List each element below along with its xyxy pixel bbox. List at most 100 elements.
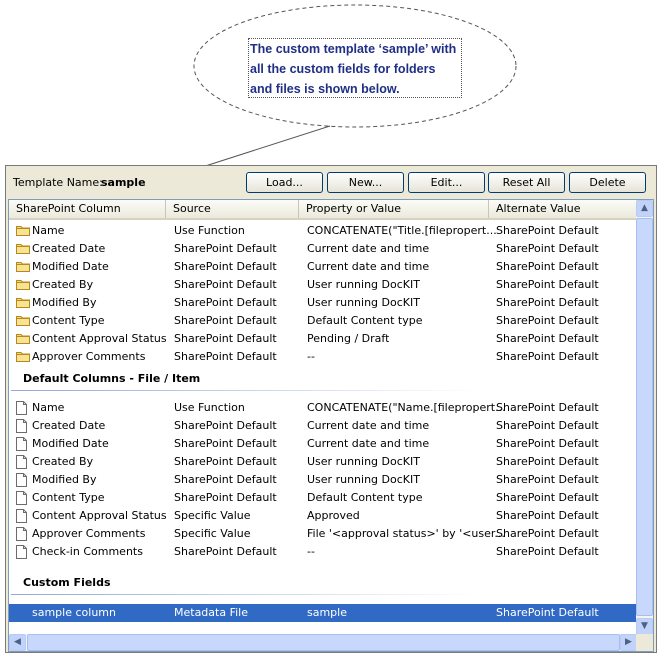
group-divider xyxy=(11,594,481,595)
row-property-value: Current date and time xyxy=(307,242,430,255)
table-row[interactable]: Created By SharePoint Default User running… xyxy=(9,453,637,471)
template-name-label: Template Name: xyxy=(13,176,103,189)
row-alternate-value: SharePoint Default xyxy=(496,260,599,273)
row-property-value: User running DocKIT xyxy=(307,473,420,486)
row-source: SharePoint Default xyxy=(174,473,277,486)
row-sharepoint-column: Content Type xyxy=(32,491,105,504)
row-sharepoint-column: Created By xyxy=(32,278,94,291)
columns-listview[interactable]: SharePoint Column Source Property or Val… xyxy=(8,199,654,652)
row-property-value: User running DocKIT xyxy=(307,278,420,291)
row-property-value: -- xyxy=(307,545,315,558)
column-header-alternate-value[interactable]: Alternate Value xyxy=(489,200,637,218)
table-row[interactable]: Modified Date SharePoint Default Current d… xyxy=(9,258,637,276)
list-header: SharePoint Column Source Property or Val… xyxy=(9,200,637,220)
row-source: Specific Value xyxy=(174,509,251,522)
row-sharepoint-column: Modified Date xyxy=(32,260,109,273)
row-source: SharePoint Default xyxy=(174,242,277,255)
row-sharepoint-column: Approver Comments xyxy=(32,527,146,540)
edit-button[interactable]: Edit... xyxy=(408,172,485,193)
column-header-source[interactable]: Source xyxy=(166,200,299,218)
row-property-value: Pending / Draft xyxy=(307,332,390,345)
template-window: Template Name: sample Load... New... Edi… xyxy=(5,165,657,653)
row-alternate-value: SharePoint Default xyxy=(496,527,599,540)
row-source: SharePoint Default xyxy=(174,260,277,273)
row-property-value: Current date and time xyxy=(307,437,430,450)
group-title-custom-fields: Custom Fields xyxy=(23,576,111,589)
row-alternate-value: SharePoint Default xyxy=(496,242,599,255)
row-sharepoint-column: Approver Comments xyxy=(32,350,146,363)
row-sharepoint-column: Name xyxy=(32,224,65,237)
row-sharepoint-column: Check-in Comments xyxy=(32,545,143,558)
new-button[interactable]: New... xyxy=(327,172,404,193)
row-property-value: -- xyxy=(307,350,315,363)
row-alternate-value: SharePoint Default xyxy=(496,473,599,486)
row-source: SharePoint Default xyxy=(174,491,277,504)
table-row[interactable]: Approver Comments Specific Value File '<ap… xyxy=(9,525,637,543)
scroll-right-icon[interactable]: ▶ xyxy=(620,634,637,651)
row-sharepoint-column: Modified By xyxy=(32,473,97,486)
row-source: SharePoint Default xyxy=(174,545,277,558)
row-alternate-value: SharePoint Default xyxy=(496,350,599,363)
row-alternate-value: SharePoint Default xyxy=(496,437,599,450)
row-sharepoint-column: Created Date xyxy=(32,242,106,255)
row-alternate-value: SharePoint Default xyxy=(496,606,599,619)
row-source: SharePoint Default xyxy=(174,455,277,468)
table-row[interactable]: Content Approval Status Specific Value App… xyxy=(9,507,637,525)
table-row[interactable]: Approver Comments SharePoint Default -- Sha… xyxy=(9,348,637,366)
template-toolbar: Template Name: sample Load... New... Edi… xyxy=(6,166,656,198)
scroll-left-icon[interactable]: ◀ xyxy=(9,634,26,651)
row-sharepoint-column: Content Type xyxy=(32,314,105,327)
table-row[interactable]: sample column Metadata File sample SharePoi… xyxy=(9,604,637,622)
row-alternate-value: SharePoint Default xyxy=(496,455,599,468)
template-name-value: sample xyxy=(101,176,146,189)
row-source: SharePoint Default xyxy=(174,296,277,309)
row-property-value: Default Content type xyxy=(307,314,423,327)
table-row[interactable]: Modified By SharePoint Default User runnin… xyxy=(9,471,637,489)
scroll-up-icon[interactable]: ▲ xyxy=(636,200,653,217)
horizontal-scrollbar[interactable]: ◀ ▶ xyxy=(9,634,637,651)
row-source: SharePoint Default xyxy=(174,332,277,345)
scroll-down-icon[interactable]: ▼ xyxy=(636,618,653,635)
table-row[interactable]: Modified By SharePoint Default User runnin… xyxy=(9,294,637,312)
table-row[interactable]: Content Approval Status SharePoint Defaul… xyxy=(9,330,637,348)
row-source: SharePoint Default xyxy=(174,314,277,327)
row-alternate-value: SharePoint Default xyxy=(496,545,599,558)
table-row[interactable]: Created Date SharePoint Default Current da… xyxy=(9,417,637,435)
row-alternate-value: SharePoint Default xyxy=(496,491,599,504)
row-source: SharePoint Default xyxy=(174,437,277,450)
load-button[interactable]: Load... xyxy=(246,172,323,193)
group-title-default-columns: Default Columns - File / Item xyxy=(23,372,201,385)
row-alternate-value: SharePoint Default xyxy=(496,401,599,414)
table-row[interactable]: Name Use Function CONCATENATE("Name.[filep… xyxy=(9,399,637,417)
horizontal-scroll-thumb[interactable] xyxy=(27,634,620,651)
delete-button[interactable]: Delete xyxy=(569,172,646,193)
row-source: Use Function xyxy=(174,224,245,237)
table-row[interactable]: Modified Date SharePoint Default Current d… xyxy=(9,435,637,453)
table-row[interactable]: Created Date SharePoint Default Current da… xyxy=(9,240,637,258)
row-source: SharePoint Default xyxy=(174,278,277,291)
vertical-scroll-thumb[interactable] xyxy=(636,218,653,616)
row-alternate-value: SharePoint Default xyxy=(496,332,599,345)
row-sharepoint-column: Name xyxy=(32,401,65,414)
reset-all-button[interactable]: Reset All xyxy=(488,172,565,193)
row-alternate-value: SharePoint Default xyxy=(496,224,599,237)
table-row[interactable]: Created By SharePoint Default User running… xyxy=(9,276,637,294)
row-property-value: CONCATENATE("Name.[filepropert... xyxy=(307,401,506,414)
table-row[interactable]: Content Type SharePoint Default Default Co… xyxy=(9,489,637,507)
table-row[interactable]: Name Use Function CONCATENATE("Title.[file… xyxy=(9,222,637,240)
group-divider xyxy=(11,390,481,391)
row-alternate-value: SharePoint Default xyxy=(496,278,599,291)
table-row[interactable]: Content Type SharePoint Default Default Co… xyxy=(9,312,637,330)
column-header-property-or-value[interactable]: Property or Value xyxy=(299,200,489,218)
row-sharepoint-column: Content Approval Status xyxy=(32,332,167,345)
row-property-value: File '<approval status>' by '<user... xyxy=(307,527,505,540)
row-sharepoint-column: Content Approval Status xyxy=(32,509,167,522)
row-property-value: Default Content type xyxy=(307,491,423,504)
row-property-value: CONCATENATE("Title.[filepropert... xyxy=(307,224,497,237)
row-source: SharePoint Default xyxy=(174,419,277,432)
row-property-value: User running DocKIT xyxy=(307,296,420,309)
column-header-sharepoint-column[interactable]: SharePoint Column xyxy=(9,200,166,218)
vertical-scrollbar[interactable]: ▲ ▼ xyxy=(636,200,653,635)
row-sharepoint-column: Modified By xyxy=(32,296,97,309)
table-row[interactable]: Check-in Comments SharePoint Default -- Sha… xyxy=(9,543,637,561)
